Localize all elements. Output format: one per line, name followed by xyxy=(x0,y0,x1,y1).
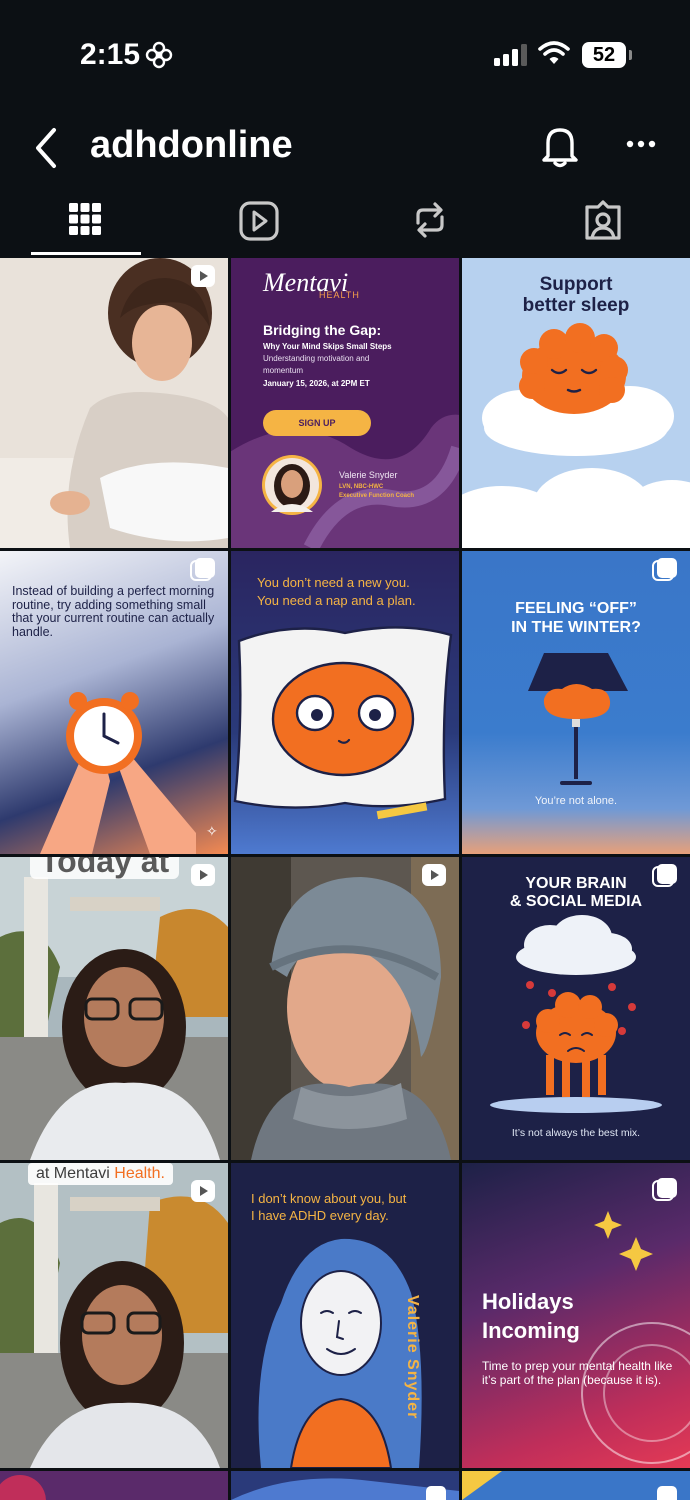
post-tile[interactable]: Today at xyxy=(0,857,228,1160)
post-tile[interactable]: at Mentavi Health. xyxy=(0,1163,228,1468)
carousel-icon xyxy=(426,1486,446,1500)
sleeping-brain-illustration xyxy=(462,323,690,548)
more-options-icon[interactable] xyxy=(626,140,656,148)
posts-grid: Mentavi HEALTH Bridging the Gap: Why You… xyxy=(0,258,690,1500)
video-overlay-highlight: Health. xyxy=(114,1165,165,1182)
post-body: Time to prep your mental health like it’… xyxy=(482,1359,673,1387)
speaker-name: Valerie Snyder xyxy=(339,470,398,480)
sparkle-icon: ✧ xyxy=(206,823,218,839)
grid-icon xyxy=(69,203,101,235)
post-tile[interactable]: Mentavi HEALTH Bridging the Gap: Why You… xyxy=(231,258,459,548)
brand-sub: HEALTH xyxy=(319,290,360,300)
post-title: Holidays Incoming xyxy=(482,1287,580,1345)
tab-tagged[interactable] xyxy=(547,195,657,255)
post-title-line-1: Holidays xyxy=(482,1289,574,1314)
post-caption: You’re not alone. xyxy=(534,795,618,807)
reel-play-icon xyxy=(191,265,215,287)
man-in-beanie-photo xyxy=(231,857,459,1160)
post-tile[interactable]: YOUR BRAIN & SOCIAL MEDIA It’s not alway… xyxy=(462,857,690,1160)
post-tile[interactable] xyxy=(231,1471,459,1500)
cellular-signal-icon xyxy=(494,44,527,66)
profile-username: adhdonline xyxy=(90,124,293,166)
wifi-icon xyxy=(538,41,570,64)
status-time: 2:15 xyxy=(80,38,141,71)
tab-reposts[interactable] xyxy=(374,195,484,255)
brain-in-pillow-illustration xyxy=(233,626,453,820)
partial-post-graphic xyxy=(0,1475,46,1500)
profile-tab-bar xyxy=(0,195,690,257)
post-tile[interactable]: I don’t know about you, but I have ADHD … xyxy=(231,1163,459,1468)
signature: Valerie Snyder xyxy=(404,1295,421,1420)
post-tile[interactable]: You don’t need a new you. You need a nap… xyxy=(231,551,459,854)
flower-icon xyxy=(145,41,173,69)
back-arrow-icon[interactable] xyxy=(32,126,60,170)
lamp-brain-illustration xyxy=(528,653,628,785)
reel-play-icon xyxy=(191,864,215,886)
video-overlay-caption: at Mentavi Health. xyxy=(28,1163,173,1185)
event-subheading: Why Your Mind Skips Small Steps xyxy=(263,342,392,351)
tagged-user-icon xyxy=(585,200,621,240)
woman-talking-video-frame xyxy=(0,1163,228,1468)
carousel-icon xyxy=(652,1178,677,1201)
reel-play-icon xyxy=(191,1180,215,1202)
reel-play-icon xyxy=(422,864,446,886)
post-title-line-2: Incoming xyxy=(482,1318,580,1343)
event-body: Understanding motivation and momentum xyxy=(263,354,370,375)
tab-reels[interactable] xyxy=(203,195,313,255)
carousel-icon xyxy=(652,558,677,581)
speaker-role: Executive Function Coach xyxy=(339,493,415,499)
woman-line-portrait-illustration xyxy=(258,1238,422,1468)
battery-indicator: 52 xyxy=(582,42,632,68)
post-tile[interactable]: Support better sleep xyxy=(462,258,690,548)
woman-in-bed-photo xyxy=(0,258,228,548)
video-overlay-caption: Today at xyxy=(30,857,180,879)
carousel-icon xyxy=(190,558,215,581)
repost-icon xyxy=(416,202,444,238)
carousel-icon xyxy=(657,1486,677,1500)
tab-posts-grid[interactable] xyxy=(31,195,141,255)
carousel-icon xyxy=(652,864,677,887)
post-tile[interactable]: FEELING “OFF” IN THE WINTER? You’re not … xyxy=(462,551,690,854)
event-heading: Bridging the Gap: xyxy=(263,322,382,338)
reels-icon xyxy=(239,201,279,241)
post-caption: It’s not always the best mix. xyxy=(511,1127,641,1139)
speaker-credentials: LVN, NBC-HWC xyxy=(339,484,384,490)
post-tile[interactable] xyxy=(231,857,459,1160)
video-overlay-text: at Mentavi xyxy=(36,1165,115,1182)
alarm-clock-hands-illustration xyxy=(40,692,196,854)
post-tile[interactable]: Instead of building a perfect morning ro… xyxy=(0,551,228,854)
sad-brain-cloud-illustration xyxy=(490,915,662,1113)
post-tile[interactable] xyxy=(0,258,228,548)
post-tile[interactable] xyxy=(0,1471,228,1500)
speaker-avatar xyxy=(262,455,322,515)
event-date: January 15, 2026, at 2PM ET xyxy=(263,379,370,388)
post-tile[interactable]: Holidays Incoming Time to prep your ment… xyxy=(462,1163,690,1468)
post-tile[interactable] xyxy=(462,1471,690,1500)
status-bar: 2:15 52 xyxy=(0,0,690,110)
sign-up-button[interactable]: SIGN UP xyxy=(263,410,371,436)
woman-talking-video-frame xyxy=(0,857,228,1160)
profile-header: adhdonline xyxy=(0,110,690,190)
notification-bell-icon[interactable] xyxy=(540,124,580,168)
